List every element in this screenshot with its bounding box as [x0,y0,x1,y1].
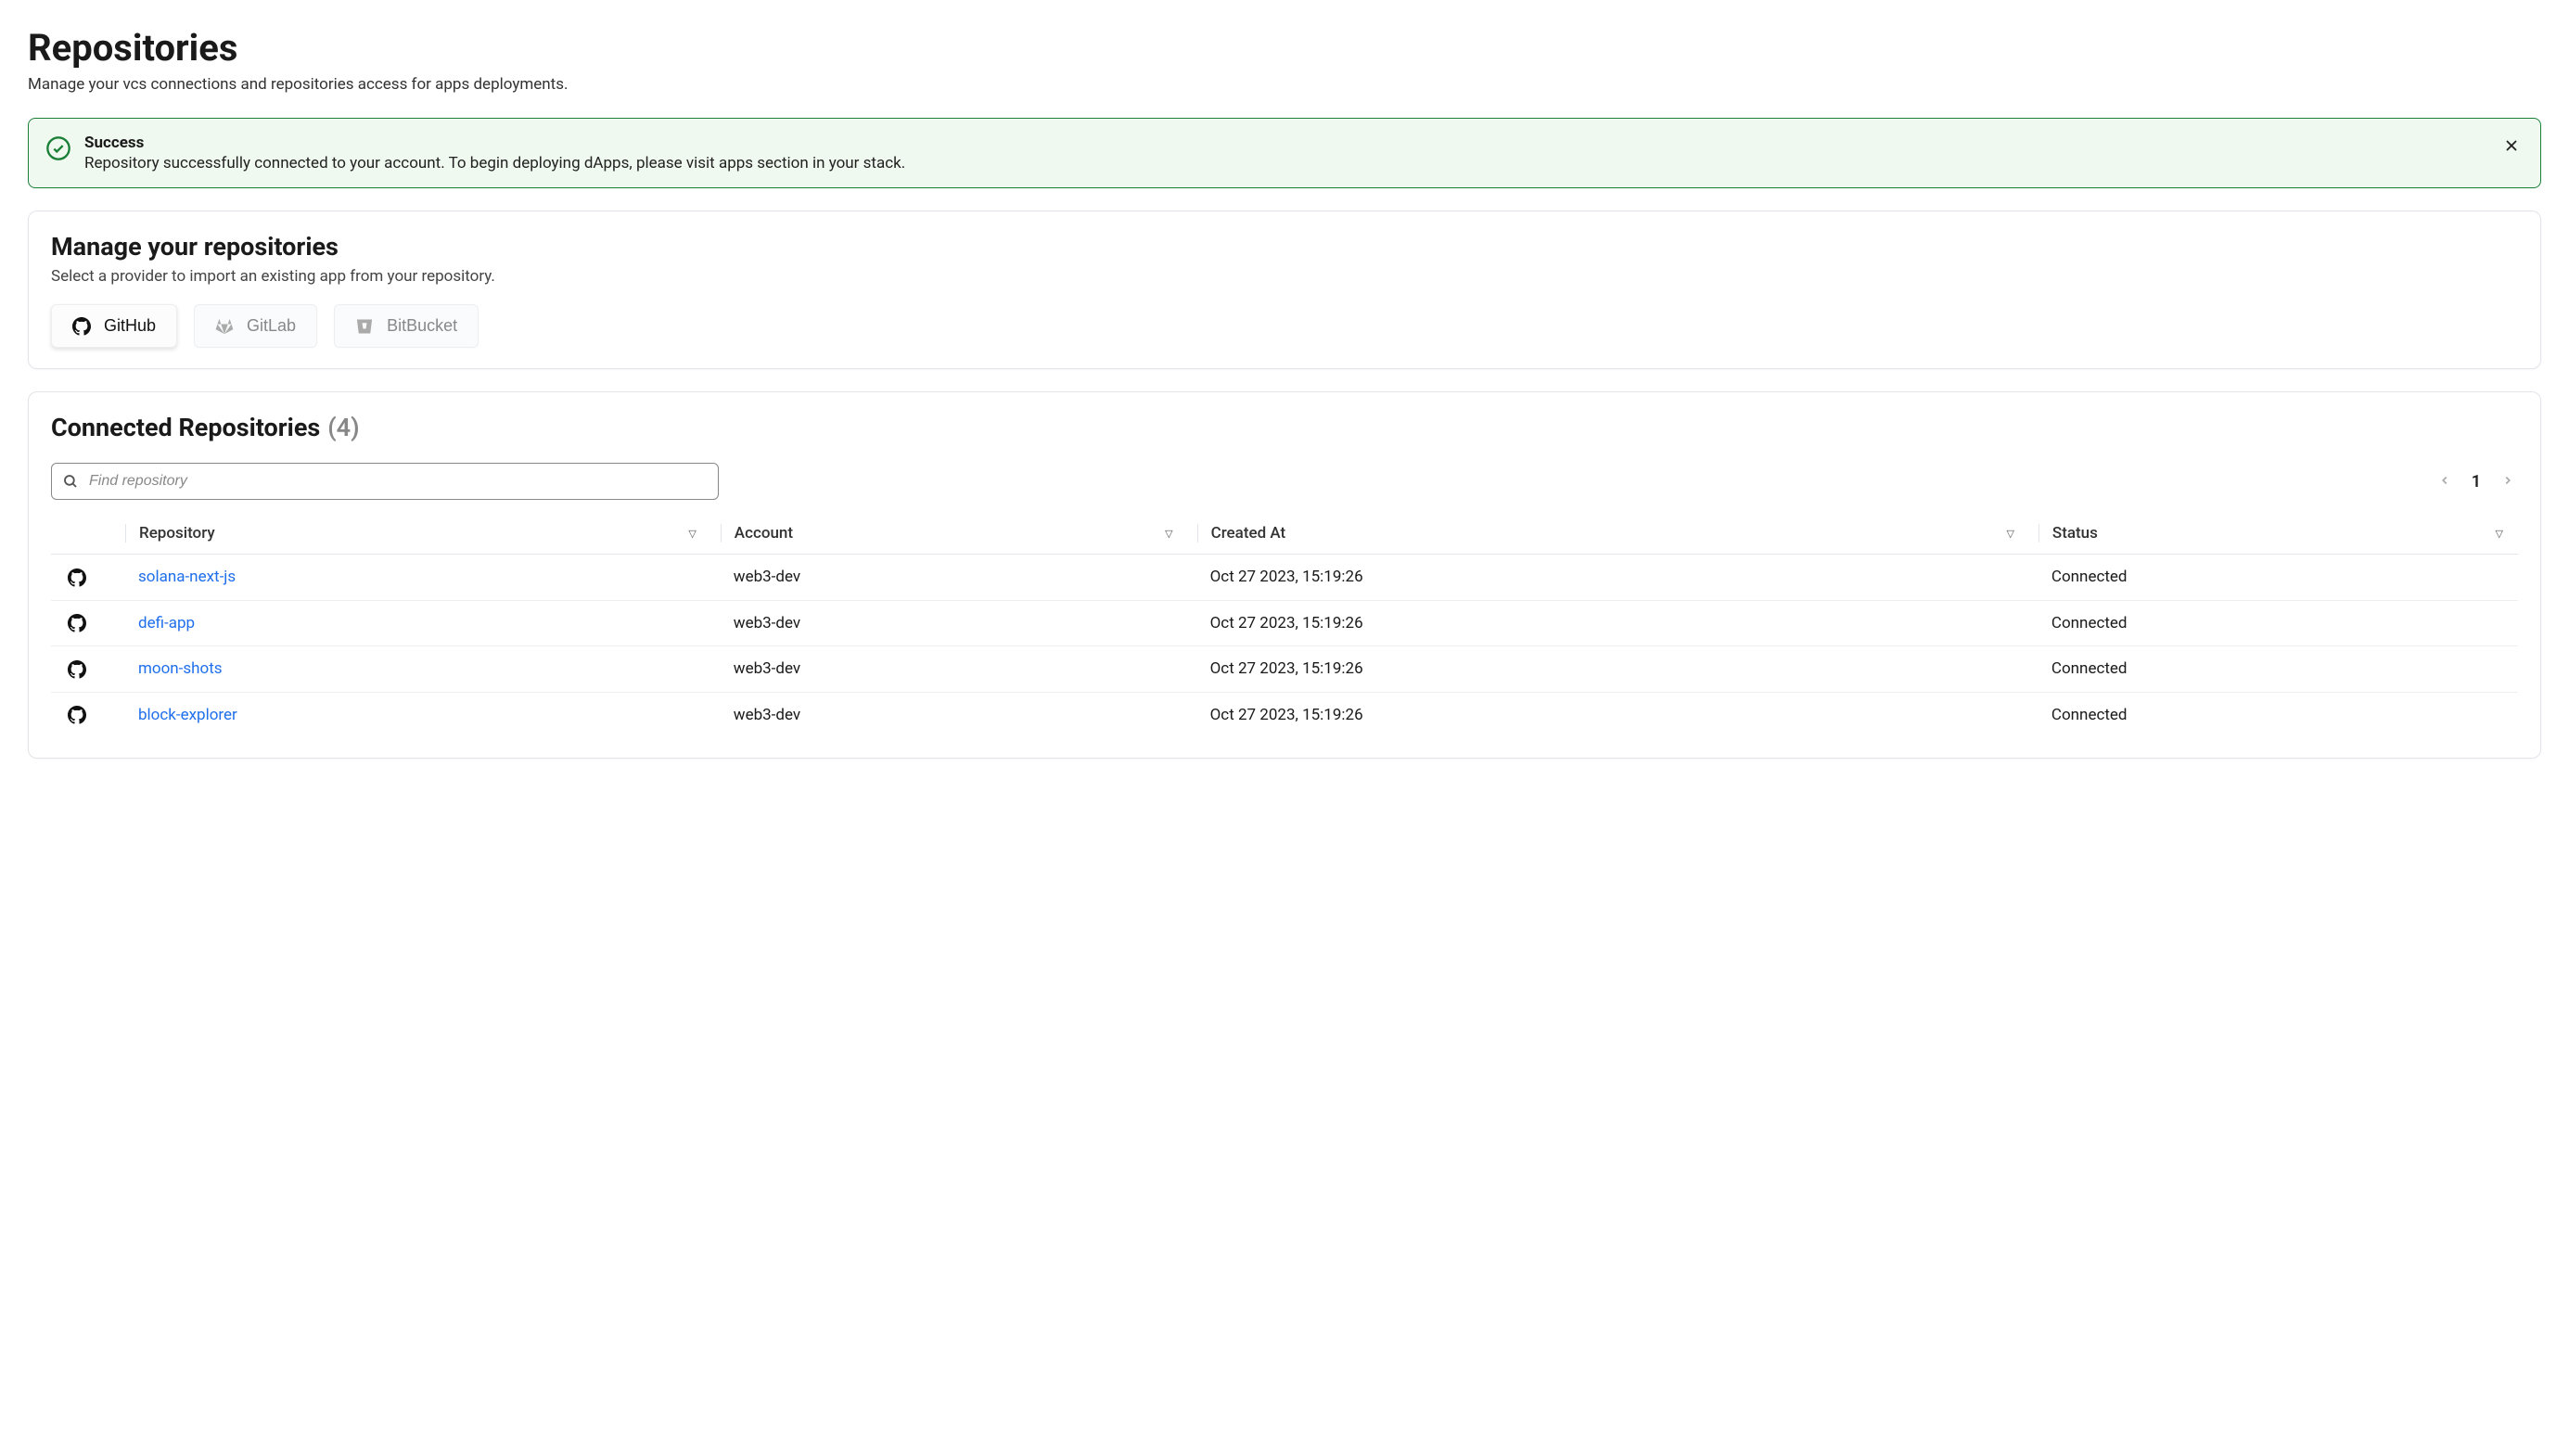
page-subtitle: Manage your vcs connections and reposito… [28,75,2541,94]
check-circle-icon [45,135,71,161]
provider-gitlab-button[interactable]: GitLab [194,304,317,348]
provider-bitbucket-button[interactable]: BitBucket [334,304,479,348]
status-cell: Connected [2029,646,2518,693]
manage-title: Manage your repositories [51,232,2518,262]
github-icon [68,614,86,632]
col-status[interactable]: Status▽ [2029,513,2518,555]
table-row: defi-app web3-devOct 27 2023, 15:19:26Con… [51,600,2518,646]
status-cell: Connected [2029,555,2518,601]
pager-page-number: 1 [2472,472,2481,492]
account-cell: web3-dev [711,600,1188,646]
provider-cell [51,692,116,737]
col-created-at[interactable]: Created At▽ [1188,513,2029,555]
alert-close-button[interactable] [2499,134,2524,161]
repo-link[interactable]: block-explorer [138,706,237,724]
repo-link[interactable]: defi-app [138,614,195,632]
gitlab-icon [215,317,234,336]
chevron-left-icon [2438,474,2451,487]
connected-card: Connected Repositories (4) 1 Repository▽… [28,391,2541,759]
created-cell: Oct 27 2023, 15:19:26 [1188,555,2029,601]
account-cell: web3-dev [711,646,1188,693]
repo-name-cell: moon-shots [116,646,711,693]
manage-card: Manage your repositories Select a provid… [28,211,2541,369]
search-icon [62,473,79,490]
repo-link[interactable]: solana-next-js [138,568,236,586]
status-cell: Connected [2029,692,2518,737]
account-cell: web3-dev [711,692,1188,737]
created-cell: Oct 27 2023, 15:19:26 [1188,600,2029,646]
sort-icon: ▽ [2006,528,2013,540]
alert-title: Success [84,134,2486,152]
col-account[interactable]: Account▽ [711,513,1188,555]
repo-name-cell: block-explorer [116,692,711,737]
pager-prev-button[interactable] [2435,470,2455,493]
chevron-right-icon [2501,474,2514,487]
provider-bitbucket-label: BitBucket [387,316,457,336]
provider-cell [51,555,116,601]
repositories-table: Repository▽ Account▽ Created At▽ Status▽… [51,513,2518,737]
provider-cell [51,600,116,646]
table-row: solana-next-js web3-devOct 27 2023, 15:19… [51,555,2518,601]
github-icon [72,317,91,336]
pager: 1 [2435,470,2518,493]
table-row: block-explorer web3-devOct 27 2023, 15:19… [51,692,2518,737]
repo-link[interactable]: moon-shots [138,659,223,678]
provider-github-label: GitHub [104,316,156,336]
table-row: moon-shots web3-devOct 27 2023, 15:19:26C… [51,646,2518,693]
status-cell: Connected [2029,600,2518,646]
page-title: Repositories [28,26,2541,70]
repo-name-cell: defi-app [116,600,711,646]
search-input[interactable] [51,463,719,500]
connected-count: (4) [327,413,359,442]
close-icon [2503,137,2520,154]
pager-next-button[interactable] [2498,470,2518,493]
github-icon [68,706,86,724]
search-wrap [51,463,719,500]
alert-message: Repository successfully connected to you… [84,154,2486,172]
sort-icon: ▽ [2496,528,2503,540]
col-repository[interactable]: Repository▽ [116,513,711,555]
github-icon [68,659,86,678]
sort-icon: ▽ [1165,528,1172,540]
success-alert: Success Repository successfully connecte… [28,118,2541,188]
sort-icon: ▽ [688,528,696,540]
bitbucket-icon [355,317,374,336]
provider-cell [51,646,116,693]
provider-github-button[interactable]: GitHub [51,304,177,348]
github-icon [68,568,86,586]
account-cell: web3-dev [711,555,1188,601]
created-cell: Oct 27 2023, 15:19:26 [1188,646,2029,693]
manage-subtitle: Select a provider to import an existing … [51,267,2518,286]
connected-title: Connected Repositories [51,413,320,442]
provider-gitlab-label: GitLab [247,316,296,336]
repo-name-cell: solana-next-js [116,555,711,601]
created-cell: Oct 27 2023, 15:19:26 [1188,692,2029,737]
